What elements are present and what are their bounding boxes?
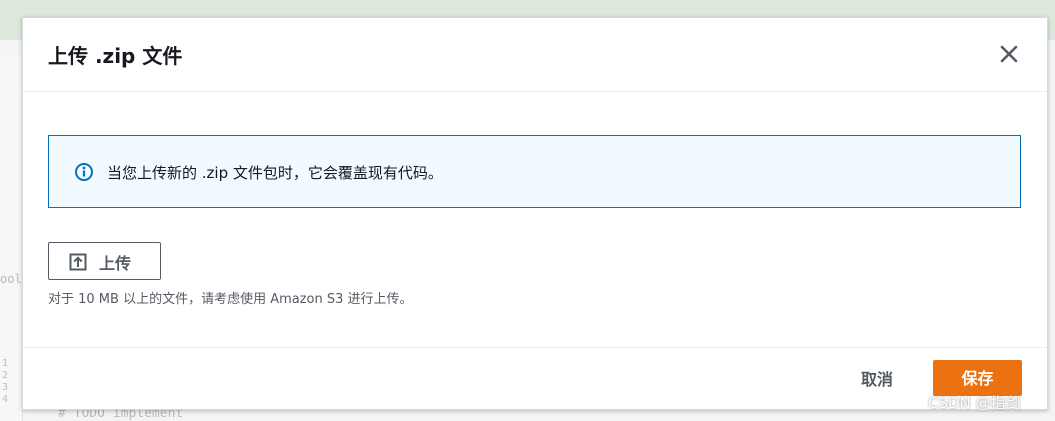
background-line-numbers: 1 2 3 4	[2, 358, 8, 406]
upload-zip-modal: 上传 .zip 文件 当您上传新的 .zip 文件包时，它会覆盖现有代码。 上传…	[22, 17, 1048, 410]
upload-button[interactable]: 上传	[48, 242, 161, 280]
cancel-button[interactable]: 取消	[849, 366, 905, 394]
modal-header: 上传 .zip 文件	[23, 18, 1047, 92]
upload-button-label: 上传	[99, 254, 132, 273]
info-circle-icon	[75, 163, 93, 181]
info-alert-text: 当您上传新的 .zip 文件包时，它会覆盖现有代码。	[107, 164, 443, 182]
line-number: 3	[2, 382, 9, 393]
upload-size-hint: 对于 10 MB 以上的文件，请考虑使用 Amazon S3 进行上传。	[48, 292, 413, 307]
close-icon	[1000, 45, 1018, 63]
info-alert: 当您上传新的 .zip 文件包时，它会覆盖现有代码。	[48, 135, 1021, 208]
modal-footer: 取消 保存	[23, 347, 1047, 410]
upload-arrow-icon	[69, 253, 87, 271]
close-button[interactable]	[997, 42, 1021, 66]
modal-title: 上传 .zip 文件	[48, 44, 183, 68]
save-button[interactable]: 保存	[933, 360, 1022, 396]
line-number: 4	[2, 394, 9, 405]
watermark: CSDN @指剑	[928, 394, 1021, 412]
line-number: 2	[2, 370, 9, 381]
line-number: 1	[2, 358, 9, 369]
